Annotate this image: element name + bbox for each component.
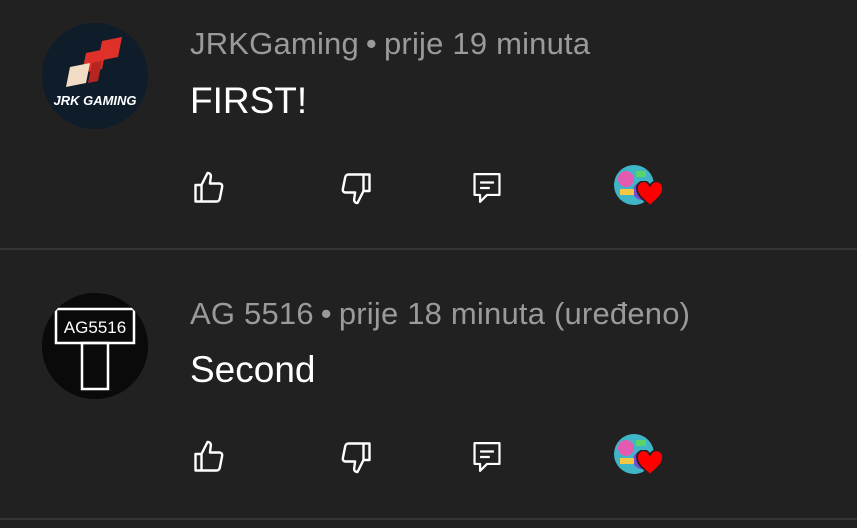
comment-text: FIRST! [190,80,308,121]
comment-time[interactable]: prije 18 minuta (uređeno) [339,296,690,331]
avatar[interactable]: JRK GAMING [42,23,148,129]
creator-heart-badge [610,163,670,213]
creator-heart-icon [636,181,664,207]
thumb-down-icon [341,442,371,474]
like-button[interactable] [184,432,234,482]
svg-text:AG5516: AG5516 [64,318,126,337]
comment-actions [0,432,857,482]
like-button[interactable] [184,163,234,213]
author-name[interactable]: JRKGaming [190,26,359,61]
comment-item: JRK GAMING JRKGaming • prije 19 minuta FIR… [0,0,857,250]
sign-board-logo: AG5516 [42,293,148,399]
dislike-button[interactable] [331,163,381,213]
jrk-gaming-logo: JRK GAMING [42,23,148,129]
comment-text: Second [190,349,316,390]
meta-separator: • [320,296,332,331]
svg-text:JRK GAMING: JRK GAMING [53,93,136,108]
comment-actions [0,163,857,213]
comment-item: AG5516 AG 5516 • prije 18 minuta (uređeno)… [0,250,857,520]
reply-button[interactable] [462,163,512,213]
comment-meta: AG 5516 • prije 18 minuta (uređeno) [190,296,690,332]
comment-meta: JRKGaming • prije 19 minuta [190,26,590,62]
creator-heart[interactable] [605,163,675,213]
comment-divider [0,518,857,520]
thumb-up-icon [194,171,224,203]
author-name[interactable]: AG 5516 [190,296,314,331]
comment-time[interactable]: prije 19 minuta [384,26,590,61]
meta-separator: • [365,26,377,61]
avatar[interactable]: AG5516 [42,293,148,399]
reply-comment-icon [473,442,501,472]
dislike-button[interactable] [331,432,381,482]
creator-heart-icon [636,450,664,476]
thumb-up-icon [194,440,224,472]
creator-heart[interactable] [605,432,675,482]
creator-heart-badge [610,432,670,482]
comments-list: JRK GAMING JRKGaming • prije 19 minuta FIR… [0,0,857,528]
reply-comment-icon [473,173,501,203]
reply-button[interactable] [462,432,512,482]
thumb-down-icon [341,173,371,205]
